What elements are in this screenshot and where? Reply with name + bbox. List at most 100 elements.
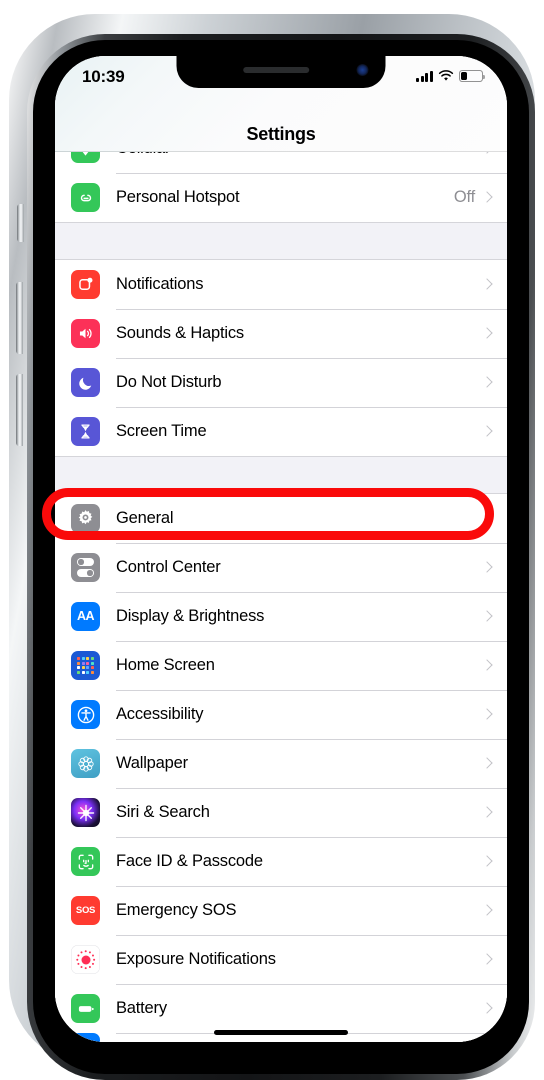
cellular-bars-icon — [415, 70, 433, 82]
row-label: Display & Brightness — [116, 607, 265, 625]
hourglass-glyph — [81, 424, 90, 439]
home-indicator[interactable] — [214, 1030, 348, 1035]
front-camera-icon — [356, 64, 369, 76]
status-time: 10:39 — [82, 67, 125, 86]
battery-settings-icon — [71, 994, 100, 1023]
row-battery[interactable]: Battery — [55, 984, 507, 1033]
row-sounds-haptics[interactable]: Sounds & Haptics — [55, 309, 507, 358]
chevron-right-icon — [483, 953, 491, 966]
settings-group-system: General Control Center AA Display & Brig… — [55, 494, 507, 1042]
row-screen-time[interactable]: Screen Time — [55, 407, 507, 456]
gear-glyph — [78, 510, 93, 525]
speaker-waves-glyph — [79, 328, 92, 339]
chevron-right-icon — [483, 806, 491, 819]
face-id-icon — [71, 847, 100, 876]
chevron-right-icon — [483, 708, 491, 721]
display-brightness-icon: AA — [71, 602, 100, 631]
wifi-icon — [438, 70, 454, 81]
row-control-center[interactable]: Control Center — [55, 543, 507, 592]
row-label: Sounds & Haptics — [116, 324, 244, 342]
earpiece-speaker — [242, 67, 309, 73]
gear-icon — [71, 504, 100, 533]
do-not-disturb-icon — [71, 368, 100, 397]
group-separator — [55, 222, 507, 260]
sounds-haptics-icon — [71, 319, 100, 348]
row-label: General — [116, 509, 174, 527]
row-value: Off — [453, 188, 475, 206]
row-home-screen[interactable]: Home Screen — [55, 641, 507, 690]
phone-screen: Cellular Personal Hotspot Off — [55, 56, 507, 1042]
partial-next-icon — [71, 1033, 100, 1042]
row-do-not-disturb[interactable]: Do Not Disturb — [55, 358, 507, 407]
chevron-right-icon — [483, 376, 491, 389]
screenshot-stage: Cellular Personal Hotspot Off — [0, 0, 544, 1080]
row-label: Control Center — [116, 558, 221, 576]
accessibility-icon — [71, 700, 100, 729]
home-screen-icon — [71, 651, 100, 680]
chevron-right-icon — [483, 659, 491, 672]
flower-glyph — [77, 755, 94, 772]
chevron-right-icon — [483, 191, 491, 204]
chevron-right-icon — [483, 904, 491, 917]
row-exposure-notifications[interactable]: Exposure Notifications — [55, 935, 507, 984]
face-id-glyph — [78, 854, 93, 869]
hotspot-link-glyph — [80, 194, 91, 201]
row-label: Personal Hotspot — [116, 188, 240, 206]
row-label: Battery — [116, 999, 167, 1017]
notification-badge-glyph — [79, 277, 93, 291]
row-label: Notifications — [116, 275, 204, 293]
phone-frame: Cellular Personal Hotspot Off — [9, 14, 535, 1080]
row-notifications[interactable]: Notifications — [55, 260, 507, 309]
status-indicators — [415, 70, 486, 82]
row-accessibility[interactable]: Accessibility — [55, 690, 507, 739]
chevron-right-icon — [483, 278, 491, 291]
volume-up-button[interactable] — [16, 282, 23, 354]
chevron-right-icon — [483, 425, 491, 438]
battery-glyph — [78, 1005, 94, 1012]
siri-orb-glyph — [77, 804, 94, 821]
row-label: Accessibility — [116, 705, 204, 723]
moon-glyph — [78, 377, 91, 390]
mute-switch-button[interactable] — [17, 204, 24, 242]
aa-glyph: AA — [76, 609, 95, 624]
row-label: Wallpaper — [116, 754, 188, 772]
emergency-sos-icon: SOS — [71, 896, 100, 925]
notifications-icon — [71, 270, 100, 299]
siri-search-icon — [71, 798, 100, 827]
chevron-right-icon — [483, 1002, 491, 1015]
toggles-glyph — [77, 558, 94, 577]
row-siri-search[interactable]: Siri & Search — [55, 788, 507, 837]
exposure-dots-glyph — [74, 948, 97, 971]
row-label: Exposure Notifications — [116, 950, 276, 968]
app-grid-glyph — [76, 656, 95, 675]
sos-glyph: SOS — [75, 904, 96, 916]
row-general[interactable]: General — [55, 494, 507, 543]
control-center-icon — [71, 553, 100, 582]
group-separator — [55, 456, 507, 494]
settings-list[interactable]: Cellular Personal Hotspot Off — [55, 56, 507, 1042]
row-label: Screen Time — [116, 422, 207, 440]
accessibility-person-glyph — [77, 706, 94, 723]
chevron-right-icon — [483, 327, 491, 340]
row-wallpaper[interactable]: Wallpaper — [55, 739, 507, 788]
notch — [176, 56, 386, 88]
screen-time-icon — [71, 417, 100, 446]
settings-group-alerts: Notifications Sounds & Haptics Do Not Di… — [55, 260, 507, 456]
chevron-right-icon — [483, 855, 491, 868]
chevron-right-icon — [483, 561, 491, 574]
row-label: Siri & Search — [116, 803, 210, 821]
row-label: Emergency SOS — [116, 901, 237, 919]
volume-down-button[interactable] — [16, 374, 23, 446]
row-label: Home Screen — [116, 656, 215, 674]
chevron-right-icon — [483, 512, 491, 525]
row-face-id-passcode[interactable]: Face ID & Passcode — [55, 837, 507, 886]
row-emergency-sos[interactable]: SOS Emergency SOS — [55, 886, 507, 935]
row-label: Face ID & Passcode — [116, 852, 263, 870]
row-personal-hotspot[interactable]: Personal Hotspot Off — [55, 173, 507, 222]
row-display-brightness[interactable]: AA Display & Brightness — [55, 592, 507, 641]
chevron-right-icon — [483, 757, 491, 770]
exposure-notifications-icon — [71, 945, 100, 974]
wallpaper-icon — [71, 749, 100, 778]
page-title: Settings — [246, 124, 316, 144]
row-label: Do Not Disturb — [116, 373, 222, 391]
